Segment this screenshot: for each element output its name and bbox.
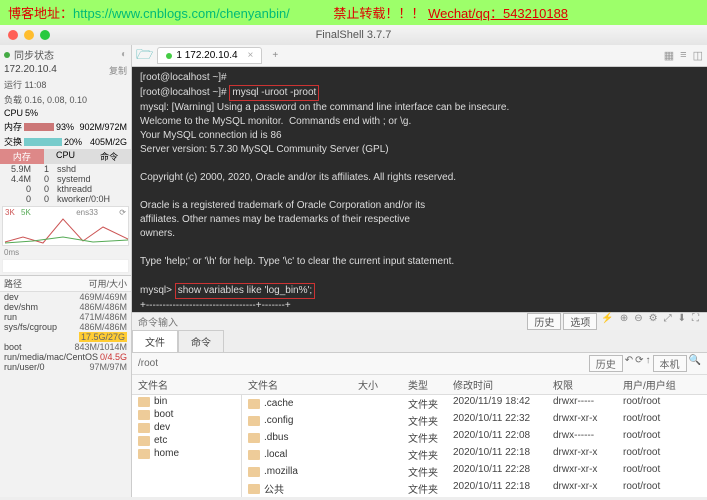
file-table[interactable]: .cache文件夹2020/11/19 18:42drwxr-----root/… xyxy=(242,395,707,497)
refresh-icon[interactable]: ⟳ xyxy=(635,355,643,372)
cmd-input-hint[interactable]: 命令输入 xyxy=(138,314,178,329)
folder-icon xyxy=(138,423,150,433)
highlight-box: show variables like 'log_bin%'; xyxy=(175,283,315,299)
folder-icon xyxy=(248,433,260,443)
folder-icon[interactable]: 🗁 xyxy=(136,44,153,68)
status-dot-icon xyxy=(166,53,172,59)
window-title: FinalShell 3.7.7 xyxy=(0,29,707,41)
history-button[interactable]: 历史 xyxy=(527,313,561,330)
file-row[interactable]: 公共文件夹2020/10/11 22:18drwxr-xr-xroot/root xyxy=(242,480,707,497)
dir-item[interactable]: boot xyxy=(132,408,241,421)
zoom-in-icon[interactable]: ⊕ xyxy=(618,313,630,330)
file-row[interactable]: .mozilla文件夹2020/10/11 22:28drwxr-xr-xroo… xyxy=(242,463,707,480)
blog-link[interactable]: https://www.cnblogs.com/chenyanbin/ xyxy=(73,6,290,21)
fold-icon[interactable]: ⤢ xyxy=(662,313,674,330)
expand-icon[interactable]: ⛶ xyxy=(690,313,701,330)
folder-icon xyxy=(138,410,150,420)
latency-spark xyxy=(2,259,129,273)
close-tab-icon[interactable]: × xyxy=(248,50,254,61)
add-tab-button[interactable]: + xyxy=(266,50,284,61)
session-tabbar: 🗁 1 172.20.10.4× + ▦ ≡ ◫ xyxy=(132,45,707,67)
down-icon[interactable]: ⬇ xyxy=(676,313,688,330)
history-button[interactable]: 历史 xyxy=(589,355,623,372)
current-path[interactable]: /root xyxy=(138,358,158,369)
tab-cmd[interactable]: 命令 xyxy=(87,149,131,164)
folder-icon xyxy=(248,416,260,426)
file-row[interactable]: .dbus文件夹2020/10/11 22:08drwx------root/r… xyxy=(242,429,707,446)
disk-paths: dev469M/469Mdev/shm486M/486Mrun471M/486M… xyxy=(0,292,131,372)
zoom-out-icon[interactable]: ⊖ xyxy=(632,313,644,330)
sync-status-icon: ◐ xyxy=(121,49,127,60)
tab-files[interactable]: 文件 xyxy=(132,330,178,352)
file-row[interactable]: .cache文件夹2020/11/19 18:42drwxr-----root/… xyxy=(242,395,707,412)
dir-item[interactable]: etc xyxy=(132,434,241,447)
dir-item[interactable]: bin xyxy=(132,395,241,408)
session-tab[interactable]: 1 172.20.10.4× xyxy=(157,47,262,64)
folder-icon xyxy=(248,399,260,409)
list-icon[interactable]: ≡ xyxy=(680,49,686,62)
dir-item[interactable]: dev xyxy=(132,421,241,434)
window-titlebar: FinalShell 3.7.7 xyxy=(0,25,707,45)
file-row[interactable]: .local文件夹2020/10/11 22:18drwxr-xr-xroot/… xyxy=(242,446,707,463)
flash-icon[interactable]: ⚡ xyxy=(599,313,615,330)
terminal-toolbar: 命令输入 历史 选项 ⚡ ⊕ ⊖ ⚙ ⤢ ⬇ ⛶ xyxy=(132,312,707,330)
tab-memory[interactable]: 内存 xyxy=(0,149,44,164)
host-ip: 172.20.10.4 xyxy=(4,64,57,77)
highlight-box: mysql -uroot -proot xyxy=(229,85,319,101)
gear-icon[interactable]: ⚙ xyxy=(647,313,660,330)
options-button[interactable]: 选项 xyxy=(563,313,597,330)
folder-icon xyxy=(138,449,150,459)
file-row[interactable]: .config文件夹2020/10/11 22:32drwxr-xr-xroot… xyxy=(242,412,707,429)
tab-commands[interactable]: 命令 xyxy=(178,330,224,352)
search-icon[interactable]: 🔍 xyxy=(689,355,701,372)
status-dot-icon xyxy=(4,52,10,58)
folder-icon xyxy=(138,397,150,407)
tab-cpu[interactable]: CPU xyxy=(44,149,88,164)
back-icon[interactable]: ↶ xyxy=(625,355,633,372)
layout-icon[interactable]: ◫ xyxy=(693,49,703,62)
dir-tree[interactable]: binbootdevetchome xyxy=(132,395,242,497)
process-table: 5.9M1sshd4.4M0systemd00kthreadd00kworker… xyxy=(0,164,131,204)
sidebar: 同步状态◐ 172.20.10.4复制 运行 11:08 负载 0.16, 0.… xyxy=(0,45,132,497)
terminal[interactable]: [root@localhost ~]# [root@localhost ~]# … xyxy=(132,67,707,312)
local-button[interactable]: 本机 xyxy=(653,355,687,372)
file-pathbar: /root 历史 ↶ ⟳ ↑ 本机 🔍 xyxy=(132,353,707,374)
folder-icon xyxy=(248,467,260,477)
copy-button[interactable]: 复制 xyxy=(109,64,127,77)
watermark-banner: 博客地址：https://www.cnblogs.com/chenyanbin/… xyxy=(0,0,707,25)
folder-icon xyxy=(138,436,150,446)
folder-icon xyxy=(248,450,260,460)
dir-item[interactable]: home xyxy=(132,447,241,460)
network-chart: 3K 5K ens33 ⟳ xyxy=(2,206,129,246)
file-columns: 文件名 文件名 大小 类型 修改时间 权限 用户/用户组 xyxy=(132,374,707,395)
up-icon[interactable]: ↑ xyxy=(646,355,651,372)
folder-icon xyxy=(248,484,260,494)
grid-icon[interactable]: ▦ xyxy=(664,49,674,62)
